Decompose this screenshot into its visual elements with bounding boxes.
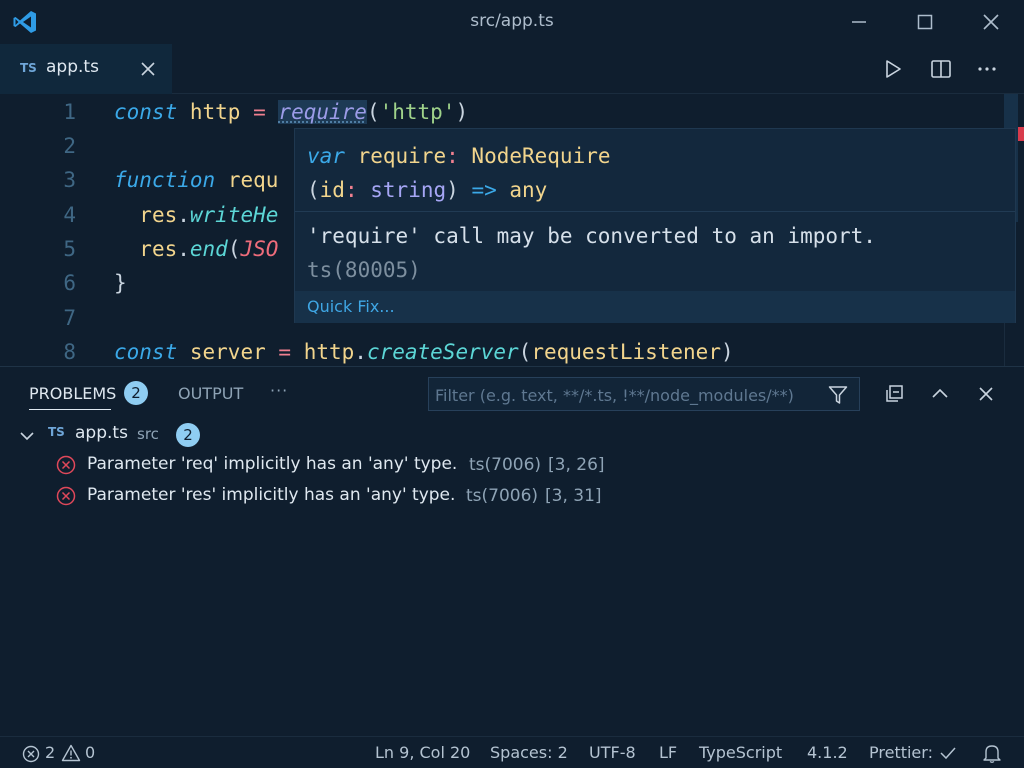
- minimize-icon: [852, 21, 866, 23]
- code-text: res.writeHe: [139, 203, 279, 227]
- editor-tab-bar: TS app.ts: [0, 44, 1024, 94]
- line-number: 7: [63, 306, 76, 330]
- chevron-up-icon: [932, 388, 948, 398]
- filter-icon[interactable]: [828, 385, 848, 405]
- error-icon: [56, 455, 76, 475]
- line-number: 4: [63, 203, 76, 227]
- status-bar: 2 0 Ln 9, Col 20 Spaces: 2 UTF-8 LF Type…: [0, 736, 1024, 768]
- problem-position: [3, 31]: [545, 486, 602, 506]
- run-button[interactable]: [878, 54, 908, 84]
- problems-file-folder: src: [137, 425, 159, 443]
- split-editor-icon: [931, 60, 951, 78]
- indentation[interactable]: Spaces: 2: [490, 743, 568, 762]
- error-marker: [1018, 127, 1024, 141]
- collapse-all-icon: [886, 385, 903, 402]
- code-text: function requ: [114, 168, 279, 192]
- line-number: 5: [63, 237, 76, 261]
- tab-output[interactable]: OUTPUT: [178, 384, 243, 403]
- panel-more-button[interactable]: ···: [270, 381, 288, 400]
- problems-file-row[interactable]: TS app.ts src 2: [18, 421, 1008, 449]
- code-line: 1 const http = require('http'): [0, 95, 1004, 129]
- line-number: 2: [63, 134, 76, 158]
- code-text: const server = http.createServer(request…: [114, 340, 734, 364]
- file-problems-badge: 2: [176, 423, 200, 447]
- close-icon: [983, 14, 999, 30]
- problem-message: Parameter 'res' implicitly has an 'any' …: [87, 485, 456, 505]
- language-mode[interactable]: TypeScript: [699, 743, 782, 762]
- error-count: 2: [45, 743, 56, 762]
- problem-code: ts(7006): [469, 455, 542, 475]
- problem-item[interactable]: Parameter 'req' implicitly has an 'any' …: [56, 453, 1006, 481]
- warning-count: 0: [85, 743, 96, 762]
- more-actions-icon: [978, 67, 996, 71]
- tab-problems[interactable]: PROBLEMS: [29, 384, 116, 403]
- problems-file-name: app.ts: [75, 423, 128, 443]
- cursor-position[interactable]: Ln 9, Col 20: [375, 743, 470, 762]
- problem-position: [3, 26]: [548, 455, 605, 475]
- problem-code: ts(7006): [466, 486, 539, 506]
- typescript-version[interactable]: 4.1.2: [807, 743, 848, 762]
- problem-message: Parameter 'req' implicitly has an 'any' …: [87, 454, 458, 474]
- line-number: 6: [63, 271, 76, 295]
- code-text: const http = require('http'): [114, 100, 469, 124]
- split-editor-button[interactable]: [926, 54, 956, 84]
- error-icon: [22, 745, 40, 763]
- bottom-panel: PROBLEMS 2 OUTPUT ··· TS app.ts src 2 Pa…: [0, 366, 1024, 736]
- filter-input[interactable]: [435, 384, 815, 406]
- line-number: 3: [63, 168, 76, 192]
- tooltip-divider: [295, 211, 1015, 212]
- maximize-icon: [917, 14, 933, 30]
- diagnostic-code: ts(80005): [307, 258, 421, 282]
- problem-item[interactable]: Parameter 'res' implicitly has an 'any' …: [56, 484, 1006, 512]
- close-window-button[interactable]: [974, 6, 1008, 38]
- maximize-button[interactable]: [908, 6, 942, 38]
- type-signature: var require: NodeRequire (id: string) =>…: [307, 144, 611, 202]
- hover-tooltip: var require: NodeRequire (id: string) =>…: [294, 128, 1016, 323]
- line-number: 1: [63, 100, 76, 124]
- chevron-down-icon: [20, 432, 34, 441]
- error-icon: [56, 486, 76, 506]
- title-bar: src/app.ts: [0, 0, 1024, 44]
- tab-label: app.ts: [46, 57, 99, 77]
- prettier-label: Prettier:: [869, 743, 933, 762]
- run-icon: [886, 60, 901, 78]
- diagnostic-message: 'require' call may be converted to an im…: [307, 224, 876, 282]
- code-line: 8 const server = http.createServer(reque…: [0, 335, 1004, 366]
- maximize-panel-button[interactable]: [925, 379, 955, 409]
- more-actions-button[interactable]: [972, 54, 1002, 84]
- minimize-button[interactable]: [842, 6, 876, 38]
- encoding[interactable]: UTF-8: [589, 743, 636, 762]
- notifications-bell-icon[interactable]: [983, 743, 1001, 763]
- prettier-status[interactable]: Prettier:: [869, 743, 959, 762]
- problems-filter: [428, 377, 860, 411]
- require-token[interactable]: require: [278, 100, 367, 124]
- warning-icon: [61, 744, 81, 762]
- active-tab-underline: [29, 409, 111, 410]
- typescript-file-icon: TS: [48, 425, 65, 439]
- typescript-file-icon: TS: [20, 61, 37, 75]
- line-ending[interactable]: LF: [659, 743, 677, 762]
- tab-app-ts[interactable]: TS app.ts: [0, 44, 172, 94]
- line-number: 8: [63, 340, 76, 364]
- quick-fix-link[interactable]: Quick Fix...: [307, 297, 395, 316]
- collapse-all-button[interactable]: [879, 379, 909, 409]
- close-panel-button[interactable]: [971, 379, 1001, 409]
- close-icon: [979, 387, 993, 401]
- problems-count-badge: 2: [124, 381, 148, 405]
- check-icon: [940, 747, 956, 760]
- code-text: }: [114, 271, 127, 295]
- close-tab-icon[interactable]: [138, 59, 158, 79]
- code-text: res.end(JSO: [139, 237, 279, 261]
- quick-fix-bar: Quick Fix...: [295, 291, 1015, 323]
